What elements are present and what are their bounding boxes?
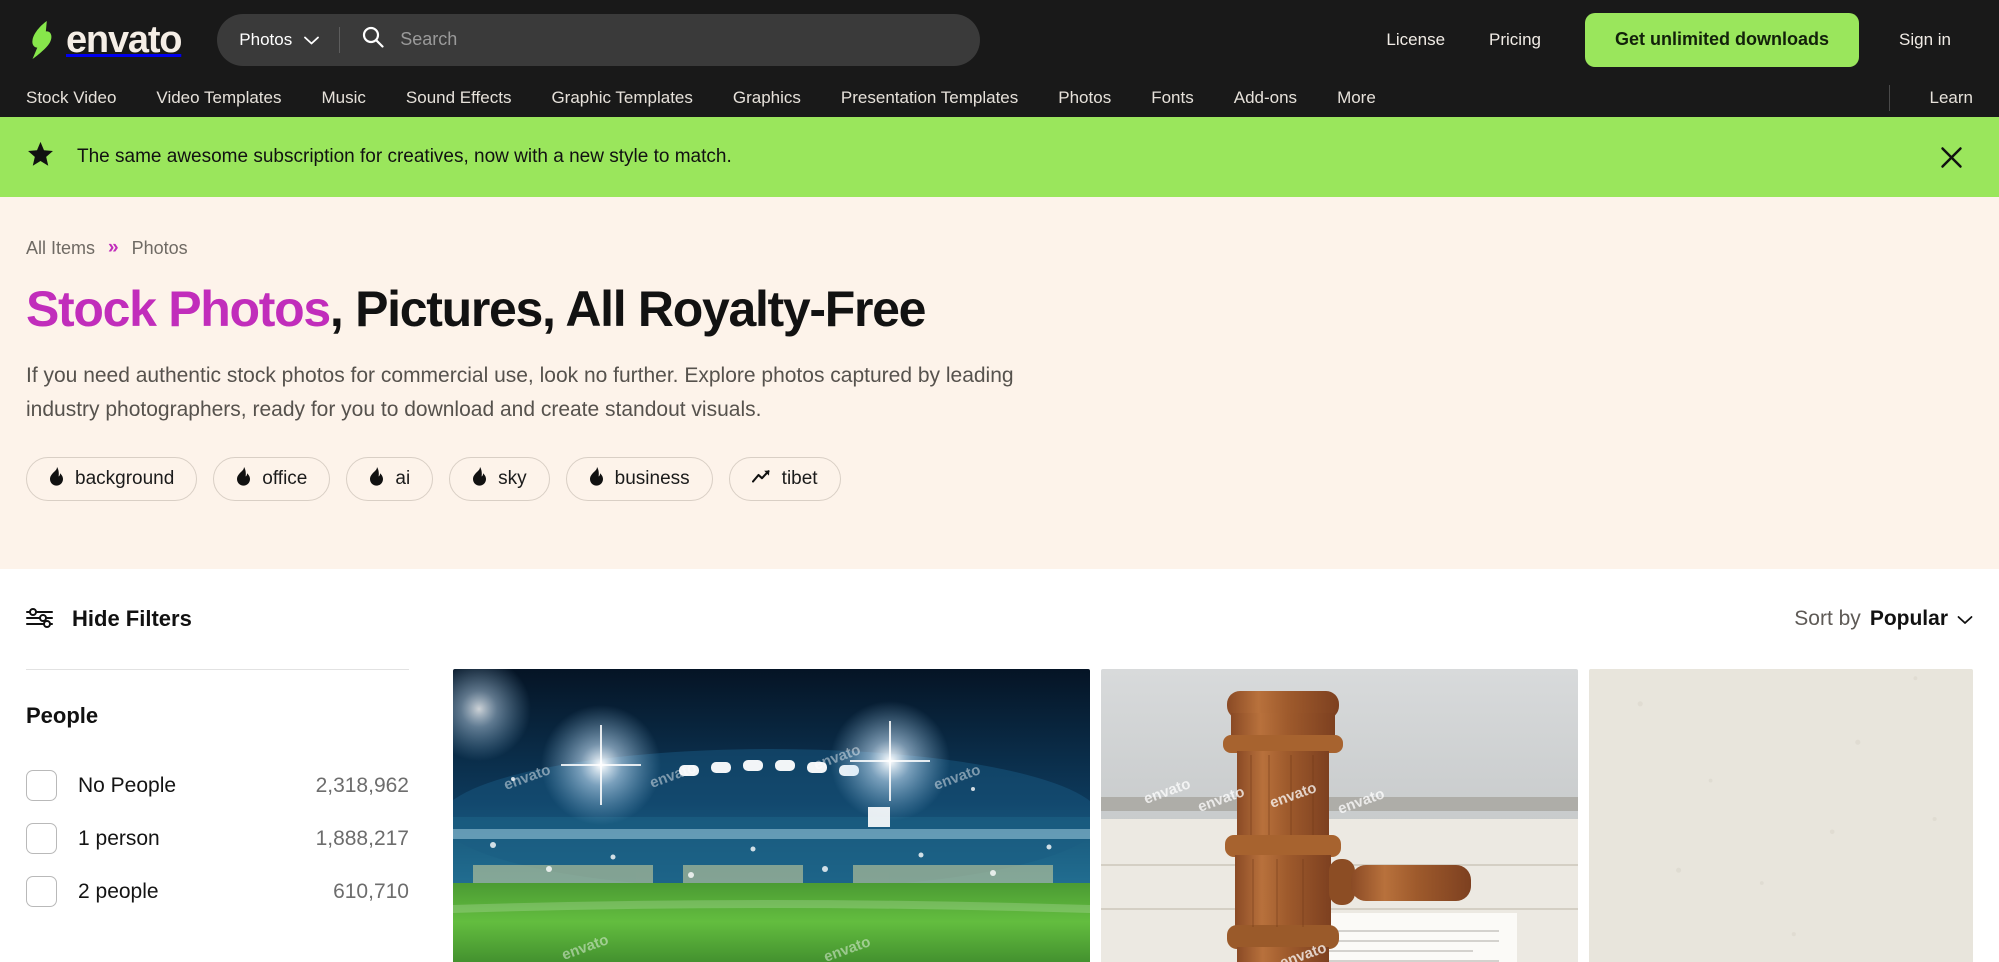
results-section: Hide Filters Sort by Popular People No P… [0,569,1999,962]
trending-up-icon [751,468,771,490]
result-thumbnail-paper-texture[interactable] [1589,669,1973,962]
tag-label: background [75,468,175,490]
flame-icon [369,466,384,492]
star-icon [26,140,55,174]
search-category-label: Photos [239,29,293,49]
tag-label: ai [395,468,411,490]
get-unlimited-downloads-button[interactable]: Get unlimited downloads [1585,12,1860,67]
tag-pill-sky[interactable]: sky [449,457,550,502]
nav-item-learn[interactable]: Learn [1930,88,1973,108]
breadcrumb-current: Photos [131,237,188,258]
sign-in-link[interactable]: Sign in [1877,30,1973,50]
results-grid: envato envato envato envato envato envat… [453,669,1973,962]
category-nav-bar: Stock Video Video Templates Music Sound … [0,79,1999,117]
header-actions: License Pricing Get unlimited downloads … [1364,12,1973,67]
tag-pill-tibet[interactable]: tibet [728,457,841,502]
hero-section: All Items » Photos Stock Photos, Picture… [0,197,1999,569]
checkbox-no-people[interactable] [26,770,57,801]
sort-by-value: Popular [1869,607,1948,630]
flame-icon [236,466,251,492]
filter-group-title-people: People [26,703,99,728]
nav-item-music[interactable]: Music [322,88,366,108]
search-category-dropdown[interactable]: Photos [239,30,339,50]
tag-pill-ai[interactable]: ai [346,457,434,502]
nav-divider [1888,85,1890,111]
nav-item-sound-effects[interactable]: Sound Effects [406,88,512,108]
nav-item-video-templates[interactable]: Video Templates [156,88,281,108]
pricing-link[interactable]: Pricing [1467,30,1563,50]
page-title-rest: , Pictures, All Royalty-Free [329,281,927,337]
nav-item-stock-video[interactable]: Stock Video [26,88,116,108]
nav-item-graphic-templates[interactable]: Graphic Templates [551,88,692,108]
filters-divider [26,669,409,670]
tag-pill-business[interactable]: business [565,457,713,502]
breadcrumb: All Items » Photos [26,237,1973,259]
hide-filters-button[interactable]: Hide Filters [26,606,192,632]
hide-filters-label: Hide Filters [72,606,192,631]
flame-icon [589,466,604,492]
promo-banner: The same awesome subscription for creati… [0,117,1999,197]
breadcrumb-separator-icon: » [108,237,119,258]
nav-item-photos[interactable]: Photos [1058,88,1111,108]
flame-icon [49,466,64,492]
filter-count: 1,888,217 [315,826,409,850]
paper-texture-photo [1589,669,1973,962]
promo-banner-text: The same awesome subscription for creati… [77,146,732,167]
filter-row-1-person[interactable]: 1 person 1,888,217 [26,812,409,865]
tag-label: tibet [781,468,818,490]
filter-count: 610,710 [333,879,409,903]
envato-wordmark: envato [66,18,182,61]
gavel-photo [1101,669,1578,962]
page-description: If you need authentic stock photos for c… [26,364,1014,422]
nav-item-graphics[interactable]: Graphics [733,88,801,108]
result-thumbnail-gavel[interactable]: envato envato envato envato envato [1101,669,1578,962]
close-icon[interactable] [1930,136,1973,179]
checkbox-1-person[interactable] [26,823,57,854]
sort-by-label: Sort by [1794,607,1861,630]
search-bar[interactable]: Photos [217,13,981,66]
nav-item-add-ons[interactable]: Add-ons [1234,88,1297,108]
tag-label: business [614,468,690,490]
filter-row-no-people[interactable]: No People 2,318,962 [26,759,409,812]
filter-label: 2 people [78,879,159,903]
top-header-bar: envato Photos License Pricing Get unlimi… [0,0,1999,79]
sliders-icon [26,607,54,632]
nav-item-more[interactable]: More [1337,88,1376,108]
chevron-down-icon [304,30,320,50]
result-thumbnail-stadium[interactable]: envato envato envato envato envato envat… [453,669,1090,962]
checkbox-2-people[interactable] [26,876,57,907]
filters-sidebar: People No People 2,318,962 1 person 1,88… [26,669,453,962]
sort-by-dropdown[interactable]: Sort by Popular [1794,607,1973,631]
tag-pill-background[interactable]: background [26,457,198,502]
filter-count: 2,318,962 [315,773,409,797]
page-title: Stock Photos, Pictures, All Royalty-Free [26,282,1973,337]
chevron-down-icon [1957,607,1973,631]
page-title-accent: Stock Photos [26,281,331,337]
search-icon [362,26,384,53]
tag-pill-office[interactable]: office [213,457,331,502]
filter-label: No People [78,773,177,797]
envato-logo[interactable]: envato [26,18,182,61]
filter-label: 1 person [78,826,160,850]
envato-leaf-icon [26,20,60,60]
results-toolbar: Hide Filters Sort by Popular [26,569,1973,669]
trending-tags: background office ai sky business tibet [26,457,1973,502]
filter-row-2-people[interactable]: 2 people 610,710 [26,865,409,918]
breadcrumb-all-items[interactable]: All Items [26,238,95,259]
flame-icon [472,466,487,492]
tag-label: sky [498,468,527,490]
nav-item-presentation-templates[interactable]: Presentation Templates [841,88,1018,108]
license-link[interactable]: License [1364,30,1467,50]
nav-item-fonts[interactable]: Fonts [1151,88,1194,108]
tag-label: office [262,468,308,490]
search-input[interactable] [400,29,959,50]
stadium-photo [453,669,1090,962]
